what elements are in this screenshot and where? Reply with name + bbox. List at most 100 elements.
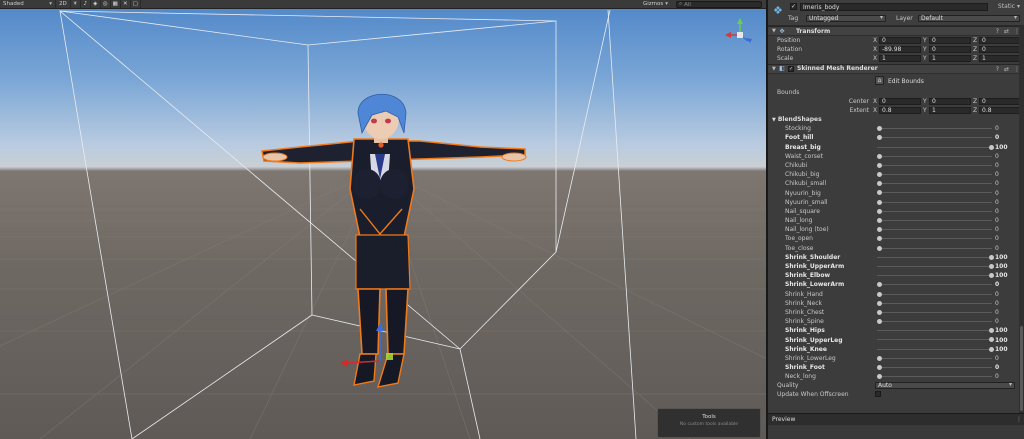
blendshape-slider-track[interactable]	[877, 302, 992, 304]
effects-icon[interactable]: ◈	[91, 0, 101, 8]
extent-z-field[interactable]: 0.8	[979, 107, 1021, 115]
blendshape-value-field[interactable]: 100	[995, 337, 1008, 344]
blendshape-slider-handle[interactable]	[877, 236, 882, 242]
blendshape-value-field[interactable]: 100	[995, 346, 1008, 353]
blendshape-value-field[interactable]: 0	[995, 199, 999, 206]
center-x-field[interactable]: 0	[879, 97, 921, 105]
blendshape-slider-handle[interactable]	[989, 144, 994, 150]
component-enabled-checkbox[interactable]: ✓	[788, 65, 794, 72]
tools-overlay[interactable]: Tools No custom tools available	[657, 408, 761, 438]
mode-2d-toggle[interactable]: 2D	[56, 0, 71, 8]
blendshape-slider-track[interactable]	[877, 367, 992, 368]
camera-icon[interactable]: ▢	[131, 0, 141, 8]
blendshape-value-field[interactable]: 0	[995, 162, 999, 169]
extent-y-field[interactable]: 1	[929, 107, 971, 115]
blendshape-value-field[interactable]: 0	[995, 226, 999, 233]
blendshape-slider-track[interactable]	[877, 311, 992, 313]
active-checkbox[interactable]: ✓	[790, 3, 797, 10]
blendshape-slider-track[interactable]	[877, 357, 992, 359]
rotation-y-field[interactable]: 0	[929, 46, 971, 54]
scene-view[interactable]: Shaded ▾ 2D ☀ ♪ ◈ ◎ ▦ ✕ ▢ Gizmos ▾ ⌕ All	[0, 0, 766, 439]
center-z-field[interactable]: 0	[979, 97, 1021, 105]
blendshape-slider-handle[interactable]	[877, 227, 882, 233]
blendshape-slider-track[interactable]	[877, 192, 992, 194]
lighting-icon[interactable]: ☀	[71, 0, 81, 8]
blendshape-slider-handle[interactable]	[989, 337, 994, 343]
blendshape-slider-handle[interactable]	[989, 263, 994, 269]
hidden-objects-icon[interactable]: ◎	[101, 0, 111, 8]
scene-search-input[interactable]: ⌕ All	[676, 1, 762, 8]
blendshape-slider-track[interactable]	[877, 339, 992, 341]
presets-icon[interactable]: ⇄	[1004, 28, 1009, 35]
blendshape-slider-track[interactable]	[877, 256, 992, 258]
blendshape-slider-track[interactable]	[877, 220, 992, 221]
blendshape-value-field[interactable]: 0	[995, 208, 999, 215]
blendshape-slider-handle[interactable]	[877, 309, 882, 315]
blendshape-slider-handle[interactable]	[877, 162, 882, 168]
blendshape-slider-handle[interactable]	[877, 199, 882, 205]
blendshape-slider-handle[interactable]	[877, 291, 882, 297]
blendshape-slider-track[interactable]	[877, 128, 992, 130]
blendshape-value-field[interactable]: 100	[995, 327, 1008, 334]
blendshape-slider-handle[interactable]	[877, 319, 882, 325]
blendshape-slider-track[interactable]	[877, 146, 992, 148]
blendshape-slider-handle[interactable]	[877, 218, 882, 223]
blendshape-value-field[interactable]: 100	[995, 144, 1008, 151]
blendshape-slider-handle[interactable]	[989, 254, 994, 260]
blendshape-slider-handle[interactable]	[877, 282, 882, 288]
blendshape-slider-track[interactable]	[877, 265, 992, 267]
blendshape-slider-track[interactable]	[877, 155, 992, 157]
blendshape-value-field[interactable]: 0	[995, 300, 999, 307]
character-model[interactable]	[261, 93, 527, 388]
blendshape-value-field[interactable]: 100	[995, 263, 1008, 270]
position-y-field[interactable]: 0	[929, 37, 971, 45]
position-z-field[interactable]: 0	[979, 37, 1021, 45]
blendshape-value-field[interactable]: 0	[995, 245, 999, 252]
static-toggle[interactable]: Static ▾	[998, 3, 1020, 10]
blendshape-value-field[interactable]: 0	[995, 125, 999, 132]
blendshape-slider-track[interactable]	[877, 348, 992, 350]
foldout-arrow-icon[interactable]: ▼	[772, 117, 776, 123]
quality-dropdown[interactable]: Auto	[875, 382, 1015, 390]
blendshape-value-field[interactable]: 0	[995, 171, 999, 178]
grid-icon[interactable]: ▦	[111, 0, 121, 8]
blendshape-value-field[interactable]: 0	[995, 291, 999, 298]
scrollbar-thumb[interactable]	[1020, 326, 1023, 411]
blendshape-slider-handle[interactable]	[877, 365, 882, 370]
blendshape-slider-track[interactable]	[877, 201, 992, 203]
tools-icon[interactable]: ✕	[121, 0, 131, 8]
blendshape-value-field[interactable]: 0	[995, 364, 999, 371]
blendshape-slider-handle[interactable]	[877, 135, 882, 141]
tag-dropdown[interactable]: Untagged	[806, 15, 886, 22]
blendshape-value-field[interactable]: 0	[995, 134, 999, 141]
blendshape-slider-handle[interactable]	[989, 346, 994, 352]
blendshape-value-field[interactable]: 0	[995, 355, 999, 362]
extent-x-field[interactable]: 0.8	[879, 107, 921, 115]
blendshape-value-field[interactable]: 0	[995, 153, 999, 160]
scale-z-field[interactable]: 1	[979, 55, 1021, 63]
inspector-scrollbar[interactable]	[1019, 26, 1024, 414]
object-name-field[interactable]: Imeris_body	[800, 3, 988, 11]
update-offscreen-checkbox[interactable]	[875, 391, 881, 398]
blendshape-slider-track[interactable]	[877, 330, 992, 332]
blendshape-value-field[interactable]: 0	[995, 281, 999, 288]
preview-header[interactable]: Preview ⋮	[768, 413, 1024, 425]
position-x-field[interactable]: 0	[879, 37, 921, 45]
blendshape-value-field[interactable]: 0	[995, 180, 999, 187]
blendshape-value-field[interactable]: 0	[995, 318, 999, 325]
rotation-x-field[interactable]: -89.98	[879, 46, 921, 54]
blendshape-slider-handle[interactable]	[877, 126, 882, 132]
blendshape-value-field[interactable]: 0	[995, 190, 999, 197]
rotation-z-field[interactable]: 0	[979, 46, 1021, 54]
blendshape-slider-handle[interactable]	[877, 190, 882, 196]
scale-x-field[interactable]: 1	[879, 55, 921, 63]
center-y-field[interactable]: 0	[929, 97, 971, 105]
edit-bounds-button[interactable]: ⌂	[875, 75, 884, 85]
help-icon[interactable]: ?	[996, 66, 999, 73]
blendshape-slider-track[interactable]	[877, 284, 992, 286]
blendshape-value-field[interactable]: 0	[995, 235, 999, 242]
blendshape-value-field[interactable]: 0	[995, 309, 999, 316]
blendshape-slider-track[interactable]	[877, 238, 992, 240]
blendshapes-foldout[interactable]: ▼ BlendShapes	[768, 115, 1024, 124]
blendshape-slider-handle[interactable]	[877, 181, 882, 187]
